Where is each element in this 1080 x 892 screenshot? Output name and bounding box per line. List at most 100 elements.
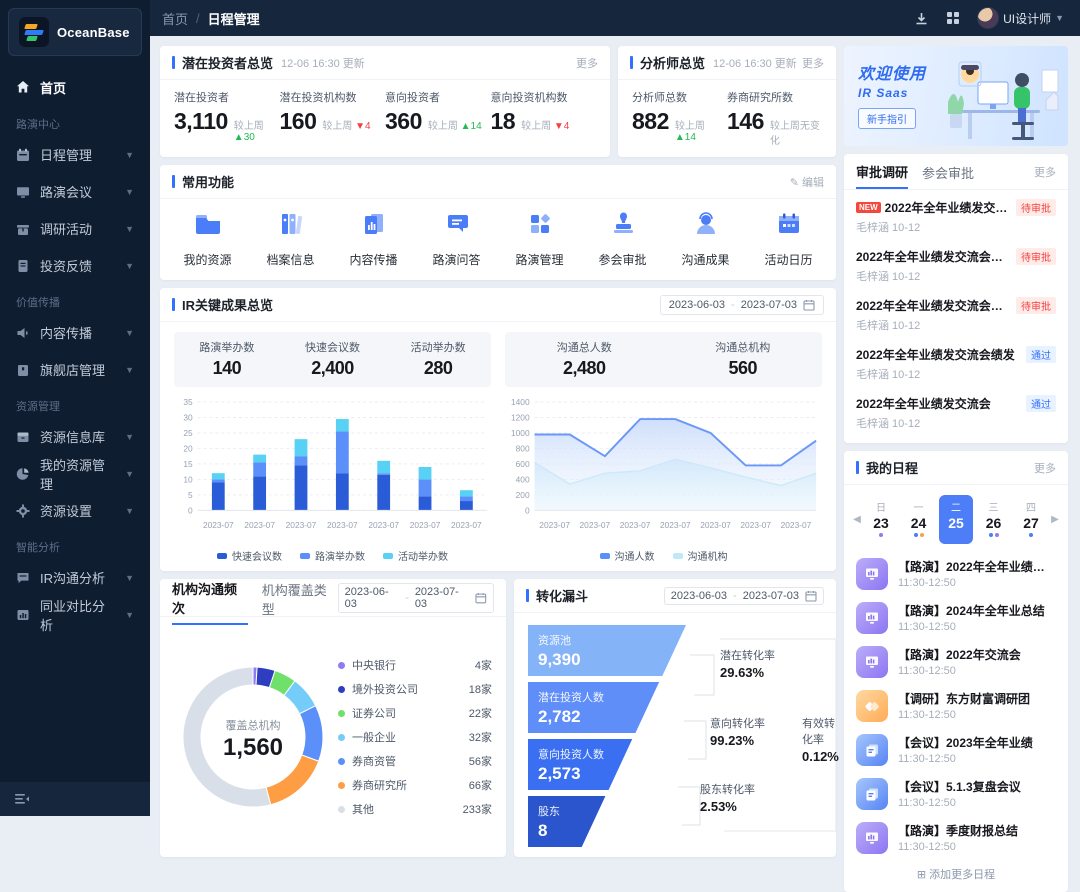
breadcrumb-current: 日程管理 — [208, 9, 260, 28]
calendar-day-23[interactable]: 日23 — [864, 495, 898, 544]
sidebar-item[interactable]: 内容传播 ▼ — [0, 314, 150, 351]
schedule-item[interactable]: 【路演】2022年交流会 11:30-12:50 — [856, 640, 1056, 684]
donut-legend-item[interactable]: 券商研究所 66家 — [338, 773, 492, 797]
quick-function-我的资源[interactable]: 我的资源 — [166, 209, 249, 268]
analyst-overview-title: 分析师总览 — [630, 53, 705, 72]
ir-results-card: IR关键成果总览 2023-06-03 - 2023-07-03 路演举办数14… — [160, 288, 836, 571]
chevron-down-icon: ▼ — [125, 432, 134, 442]
quick-function-沟通成果[interactable]: 沟通成果 — [664, 209, 747, 268]
approvals-tab-1[interactable]: 参会审批 — [922, 155, 974, 188]
stat-delta: 较上周 ▼4 — [322, 117, 370, 132]
calendar-day-27[interactable]: 四27 — [1014, 495, 1048, 544]
funnel-stage[interactable]: 股东 8 — [528, 796, 686, 847]
investor-overview-more[interactable]: 更多 — [576, 55, 598, 71]
person-icon — [691, 209, 721, 244]
comm-date-range-picker[interactable]: 2023-06-03 - 2023-07-03 — [338, 583, 494, 613]
svg-text:覆盖总机构: 覆盖总机构 — [226, 718, 281, 732]
stat-block: 意向投资者 360 较上周 ▲14 — [385, 89, 491, 143]
approval-item[interactable]: 2022年全年业绩发交流会 通过 毛梓涵 10-12 — [856, 388, 1056, 437]
sidebar-item[interactable]: 日程管理 ▼ — [0, 136, 150, 173]
user-menu[interactable]: UI设计师 ▼ — [977, 7, 1064, 29]
calendar-day-24[interactable]: 一24 — [902, 495, 936, 544]
calendar-prev-icon[interactable]: ◀ — [850, 514, 864, 525]
ir-stat: 沟通总机构560 — [664, 339, 823, 379]
donut-legend-item[interactable]: 券商资管 56家 — [338, 749, 492, 773]
chevron-down-icon: ▼ — [125, 150, 134, 160]
analyst-overview-more[interactable]: 更多 — [802, 55, 824, 71]
quick-function-档案信息[interactable]: 档案信息 — [249, 209, 332, 268]
donut-legend-item[interactable]: 证券公司 22家 — [338, 701, 492, 725]
approval-item[interactable]: NEW 2022年全年业绩发交流会绩... 待审批 毛梓涵 10-12 — [856, 192, 1056, 241]
approval-item[interactable]: 2022年全年业绩发交流会绩发 待审批 毛梓涵 10-12 — [856, 241, 1056, 290]
legend-item[interactable]: 活动举办数 — [383, 548, 448, 563]
donut-legend-value: 233家 — [463, 801, 492, 817]
collapse-sidebar-button[interactable] — [0, 782, 150, 816]
ir-date-range-picker[interactable]: 2023-06-03 - 2023-07-03 — [660, 295, 824, 315]
donut-legend-item[interactable]: 其他 233家 — [338, 797, 492, 821]
approval-meta: 毛梓涵 10-12 — [856, 415, 1056, 431]
donut-legend-value: 56家 — [469, 753, 492, 769]
sidebar-item[interactable]: 我的资源管理 ▼ — [0, 455, 150, 492]
svg-text:0: 0 — [525, 505, 530, 515]
schedule-item[interactable]: 【调研】东方财富调研团 11:30-12:50 — [856, 684, 1056, 728]
status-badge: 待审批 — [1016, 297, 1056, 314]
breadcrumb-home[interactable]: 首页 — [162, 9, 188, 28]
brand-logo[interactable]: OceanBase — [8, 8, 142, 56]
quick-function-路演管理[interactable]: 路演管理 — [498, 209, 581, 268]
approval-item[interactable]: 2022年全年业绩发交流会绩发 通过 毛梓涵 10-12 — [856, 339, 1056, 388]
approval-item[interactable]: 2022年全年业绩发交流会绩发 待审批 毛梓涵 10-12 — [856, 290, 1056, 339]
calendar-day-25[interactable]: 二25 — [939, 495, 973, 544]
sidebar-item[interactable]: 调研活动 ▼ — [0, 210, 150, 247]
newbie-guide-button[interactable]: 新手指引 — [858, 108, 916, 129]
funnel-date-range-picker[interactable]: 2023-06-03 - 2023-07-03 — [664, 587, 824, 605]
funnel-stage[interactable]: 意向投资人数 2,573 — [528, 739, 686, 790]
sidebar-item[interactable]: IR沟通分析 ▼ — [0, 559, 150, 596]
sidebar-item[interactable]: 资源设置 ▼ — [0, 492, 150, 529]
chat-icon — [16, 571, 30, 585]
sidebar-item-home[interactable]: 首页 — [0, 68, 150, 106]
sidebar-item-label: 旗舰店管理 — [40, 360, 105, 379]
edit-quick-functions-button[interactable]: ✎ 编辑 — [790, 174, 824, 190]
comm-tab-1[interactable]: 机构覆盖类型 — [262, 572, 338, 624]
stat-value: 146 — [727, 108, 764, 135]
svg-text:600: 600 — [516, 459, 530, 469]
schedule-more[interactable]: 更多 — [1034, 460, 1056, 476]
quick-function-参会审批[interactable]: 参会审批 — [581, 209, 664, 268]
approvals-more[interactable]: 更多 — [1034, 164, 1056, 180]
schedule-item[interactable]: 【路演】2022年全年业绩发交流会 11:30-12:50 — [856, 552, 1056, 596]
stat-delta: 较上周 ▲14 — [428, 117, 482, 132]
legend-item[interactable]: 快速会议数 — [217, 548, 282, 563]
funnel-stage[interactable]: 潜在投资人数 2,782 — [528, 682, 686, 733]
schedule-item-title: 【路演】2022年全年业绩发交流会 — [898, 558, 1056, 575]
sidebar-item[interactable]: 资源信息库 ▼ — [0, 418, 150, 455]
schedule-item[interactable]: 【会议】5.1.3复盘会议 11:30-12:50 — [856, 772, 1056, 816]
legend-item[interactable]: 沟通人数 — [600, 548, 655, 563]
sidebar-item[interactable]: 路演会议 ▼ — [0, 173, 150, 210]
quick-function-路演问答[interactable]: 路演问答 — [415, 209, 498, 268]
sidebar-item[interactable]: 投资反馈 ▼ — [0, 247, 150, 284]
schedule-item[interactable]: 【会议】2023年全年业绩 11:30-12:50 — [856, 728, 1056, 772]
add-schedule-button[interactable]: ⊞ 添加更多日程 — [844, 860, 1068, 892]
apps-grid-icon[interactable] — [945, 10, 961, 26]
calendar-day-26[interactable]: 三26 — [977, 495, 1011, 544]
breadcrumb-separator: / — [196, 11, 200, 26]
donut-legend-item[interactable]: 境外投资公司 18家 — [338, 677, 492, 701]
sidebar-item[interactable]: 旗舰店管理 ▼ — [0, 351, 150, 388]
funnel-stage[interactable]: 资源池 9,390 — [528, 625, 686, 676]
download-icon[interactable] — [913, 10, 929, 26]
sidebar-item[interactable]: 同业对比分析 ▼ — [0, 596, 150, 633]
quick-functions-title: 常用功能 — [172, 172, 234, 191]
bar-compare-icon — [16, 608, 30, 622]
quick-function-内容传播[interactable]: 内容传播 — [332, 209, 415, 268]
sidebar-item-label: 内容传播 — [40, 323, 92, 342]
survey-handshake-icon — [856, 690, 888, 722]
donut-legend-item[interactable]: 一般企业 32家 — [338, 725, 492, 749]
calendar-next-icon[interactable]: ▶ — [1048, 514, 1062, 525]
schedule-item[interactable]: 【路演】季度财报总结 11:30-12:50 — [856, 816, 1056, 860]
quick-function-活动日历[interactable]: 活动日历 — [747, 209, 830, 268]
schedule-item[interactable]: 【路演】2024年全年业总结 11:30-12:50 — [856, 596, 1056, 640]
legend-item[interactable]: 沟通机构 — [673, 548, 728, 563]
approvals-tab-0[interactable]: 审批调研 — [856, 154, 908, 189]
donut-legend-item[interactable]: 中央银行 4家 — [338, 653, 492, 677]
legend-item[interactable]: 路演举办数 — [300, 548, 365, 563]
